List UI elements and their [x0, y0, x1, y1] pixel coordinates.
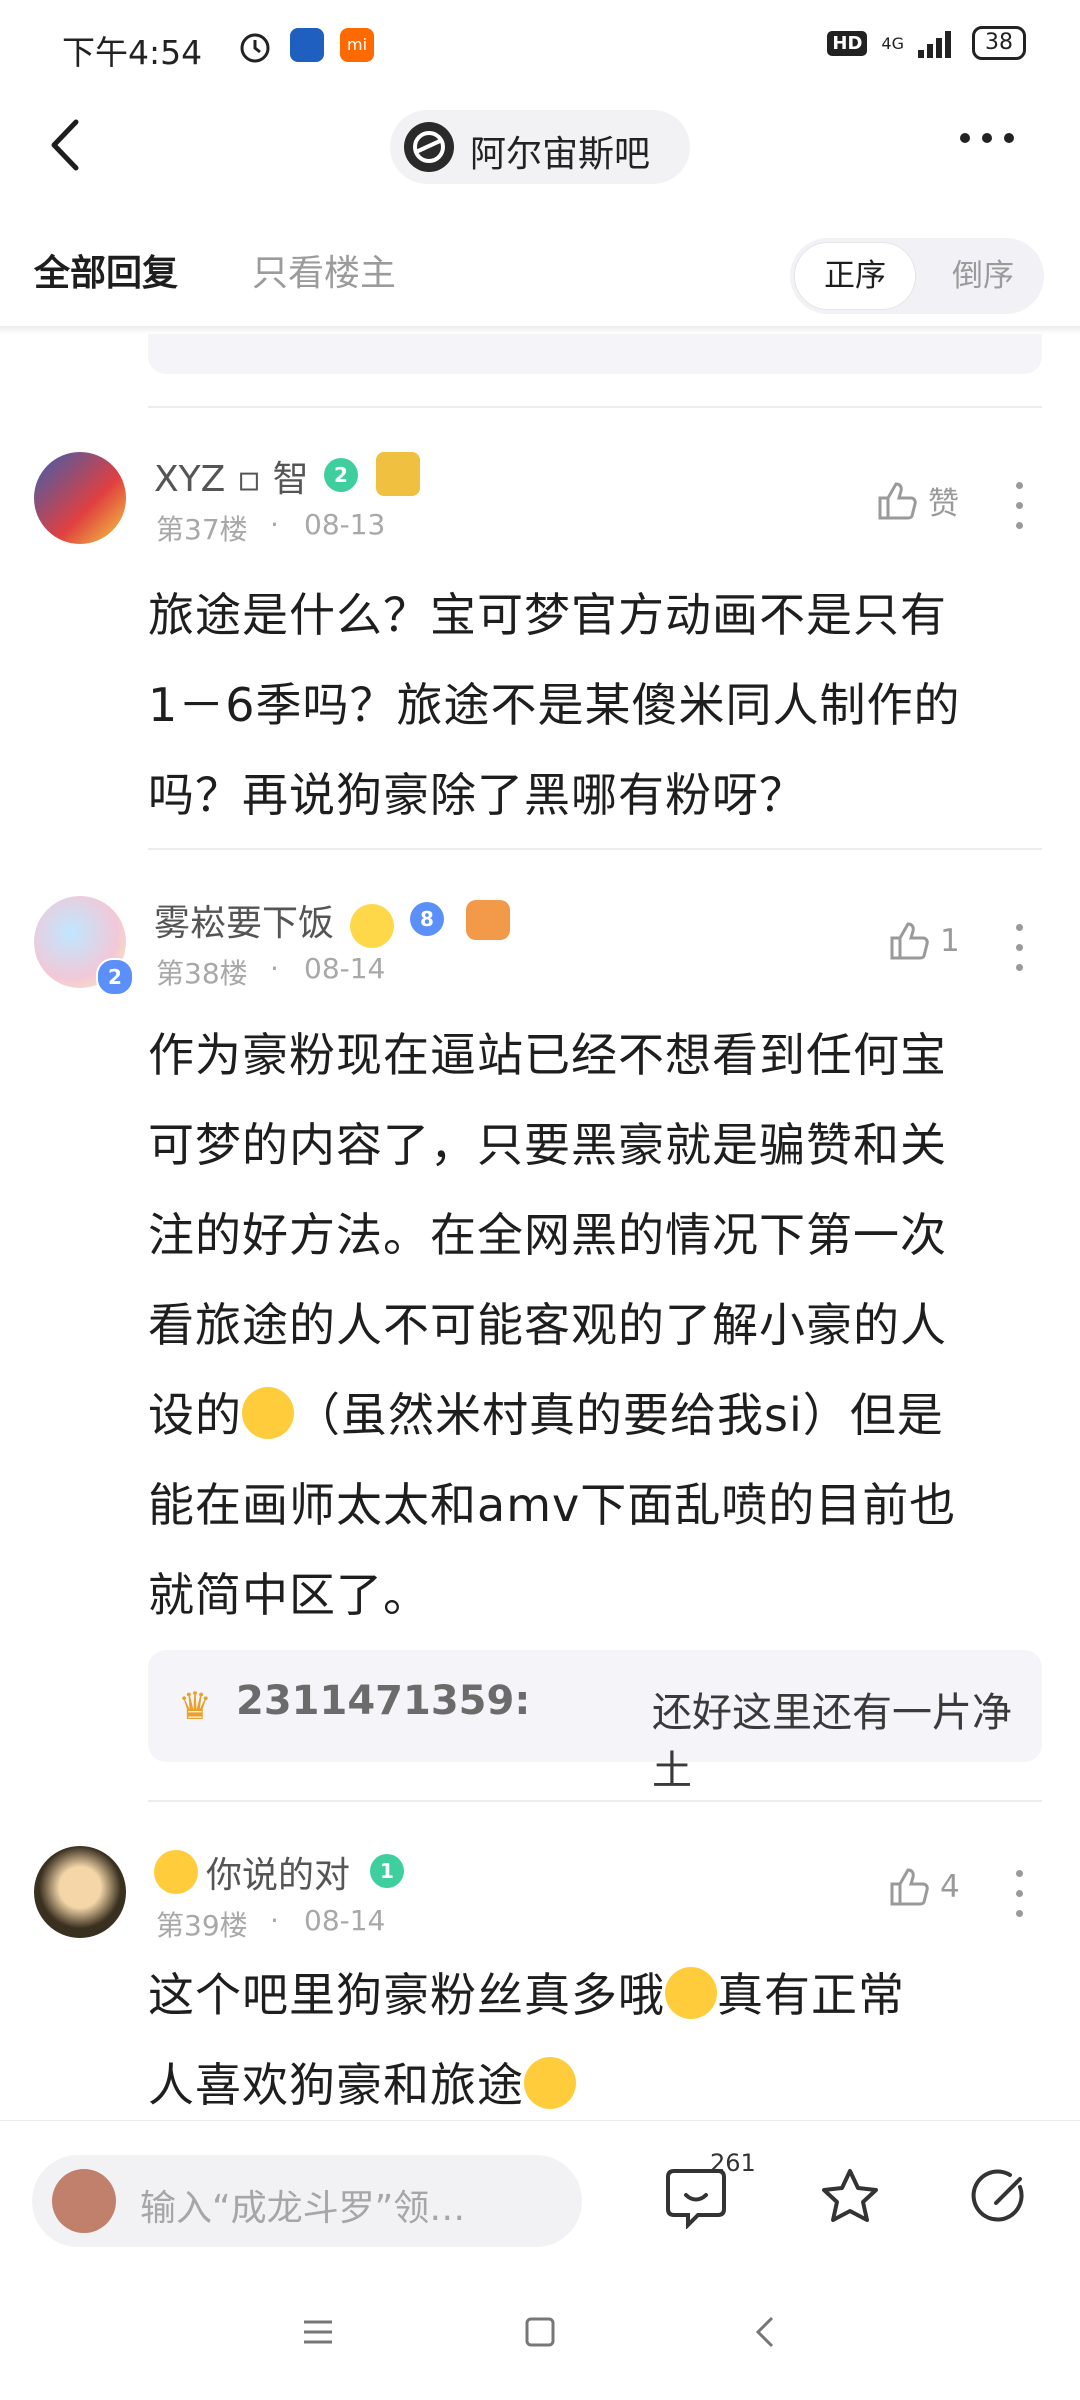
forum-title-pill[interactable]: 阿尔宙斯吧 — [390, 110, 690, 184]
post-date: 08-14 — [304, 952, 386, 985]
post-menu-icon[interactable] — [1016, 482, 1026, 542]
status-bar: 下午4:54 mi HD 4G 38 — [0, 0, 1080, 90]
floor-dot: · — [270, 952, 279, 985]
post-text: 旅途是什么？宝可梦官方动画不是只有 1－6季吗？旅途不是某傻米同人制作的 吗？再… — [148, 570, 1042, 840]
post-line: 注的好方法。在全网黑的情况下第一次 — [148, 1208, 947, 1262]
thumbs-up-icon — [890, 922, 929, 960]
post-fragment: 真有正常 — [717, 1968, 905, 2022]
menu-nav-icon[interactable] — [300, 2314, 336, 2350]
post-text: 作为豪粉现在逼站已经不想看到任何宝 可梦的内容了，只要黑豪就是骗赞和关 注的好方… — [148, 1010, 1042, 1640]
back-arrow-icon[interactable] — [42, 110, 86, 180]
floor-dot: · — [270, 508, 279, 541]
reply-input-placeholder: 输入“成龙斗罗”领… — [140, 2188, 466, 2229]
badge-icon — [376, 452, 420, 496]
level-badge: 1 — [370, 1854, 404, 1888]
signal-label: 4G — [881, 33, 904, 53]
post-divider — [148, 848, 1042, 850]
forum-avatar — [404, 122, 454, 172]
post-menu-icon[interactable] — [1016, 924, 1026, 984]
like-count: 4 — [940, 1869, 960, 1905]
game-badge-icon — [466, 900, 510, 940]
hd-badge: HD — [827, 30, 868, 56]
post-line: 人喜欢狗豪和旅途 — [148, 2040, 1042, 2130]
post-line: 可梦的内容了，只要黑豪就是骗赞和关 — [148, 1118, 947, 1172]
forum-logo-icon — [413, 131, 445, 163]
share-icon[interactable] — [970, 2165, 1034, 2229]
grin-emoji-icon — [154, 1850, 198, 1894]
post-fragment: 人喜欢狗豪和旅途 — [148, 2058, 524, 2112]
floor-number: 第38楼 — [156, 957, 248, 990]
level-badge: 2 — [324, 458, 358, 492]
mi-icon: mi — [340, 28, 374, 62]
floor-dot: · — [270, 1904, 279, 1937]
post-menu-icon[interactable] — [1016, 1870, 1026, 1930]
like-button[interactable]: 赞 — [876, 478, 959, 523]
post-line: 能在画师太太和amv下面乱喷的目前也 — [148, 1478, 957, 1532]
post-fragment: （虽然米村真的要给我si）但是 — [294, 1388, 944, 1442]
post-date: 08-13 — [304, 508, 386, 541]
reply-text: 还好这里还有一片净土 — [652, 1690, 1012, 1794]
post-divider — [148, 406, 1042, 408]
reply-input[interactable]: 输入“成龙斗罗”领… — [32, 2155, 582, 2247]
avatar[interactable] — [34, 452, 126, 544]
comment-count: 261 — [710, 2149, 756, 2177]
crown-icon: ♛ — [178, 1684, 213, 1728]
sort-descending-button[interactable]: 倒序 — [928, 242, 1038, 310]
home-nav-icon[interactable] — [522, 2314, 558, 2350]
like-count: 1 — [940, 923, 960, 959]
post-line: 看旅途的人不可能客观的了解小豪的人 — [148, 1298, 947, 1352]
post-fragment: 设的 — [148, 1388, 242, 1442]
shy-emoji-icon — [524, 2057, 576, 2109]
avatar-level-badge: 2 — [96, 958, 134, 996]
post-line: 作为豪粉现在逼站已经不想看到任何宝 — [148, 1028, 947, 1082]
alarm-icon — [240, 33, 270, 63]
post-line: 这个吧里狗豪粉丝真多哦 真有正常 — [148, 1950, 1042, 2040]
post-line: 设的 （虽然米村真的要给我si）但是 — [148, 1370, 1042, 1460]
forum-name: 阿尔宙斯吧 — [470, 134, 651, 175]
thumbs-up-icon — [890, 1868, 929, 1906]
post-line: 1－6季吗？旅途不是某傻米同人制作的 — [148, 678, 961, 732]
like-button[interactable]: 1 — [888, 920, 960, 962]
back-nav-icon[interactable] — [748, 2314, 784, 2350]
signal-icon — [918, 31, 951, 58]
bottom-action-bar: 输入“成龙斗罗”领… 261 — [0, 2120, 1080, 2271]
mask-emoji-icon — [350, 904, 394, 948]
sweat-emoji-icon — [242, 1387, 294, 1439]
tab-divider — [0, 326, 1080, 334]
floor-number: 第37楼 — [156, 513, 248, 546]
post-divider — [148, 1800, 1042, 1802]
star-favorite-icon[interactable] — [818, 2165, 882, 2229]
thumbs-up-icon — [878, 481, 917, 519]
post-username[interactable]: XYZ ▫ 智 — [154, 450, 309, 502]
sort-order-toggle: 正序 倒序 — [790, 238, 1044, 314]
post-line: 旅途是什么？宝可梦官方动画不是只有 — [148, 588, 947, 642]
battery-icon: 38 — [972, 26, 1026, 60]
shy-emoji-icon — [665, 1967, 717, 2019]
like-count: 赞 — [928, 486, 959, 522]
like-button[interactable]: 4 — [888, 1866, 960, 1908]
status-right: HD 4G 38 — [827, 26, 1026, 60]
my-avatar — [52, 2169, 116, 2233]
post-text: 这个吧里狗豪粉丝真多哦 真有正常 人喜欢狗豪和旅途 — [148, 1950, 1042, 2130]
previous-reply-box — [148, 334, 1042, 374]
more-options-icon[interactable] — [960, 128, 1026, 158]
floor-number: 第39楼 — [156, 1909, 248, 1942]
post-username[interactable]: 雾崧要下饭 — [154, 894, 334, 946]
system-nav-bar — [0, 2270, 1080, 2400]
tab-all-replies[interactable]: 全部回复 — [34, 244, 178, 296]
post-fragment: 这个吧里狗豪粉丝真多哦 — [148, 1968, 665, 2022]
post-line: 就简中区了。 — [148, 1568, 430, 1622]
sub-reply-box[interactable]: ♛ 2311471359: 还好这里还有一片净土 — [148, 1650, 1042, 1794]
post-line: 吗？再说狗豪除了黑哪有粉呀？ — [148, 768, 806, 822]
status-time: 下午4:54 — [62, 33, 203, 72]
level-badge: 8 — [410, 902, 444, 936]
post-username[interactable]: 你说的对 — [206, 1846, 350, 1898]
tab-owner-only[interactable]: 只看楼主 — [252, 244, 396, 296]
app-notification-icon — [290, 28, 324, 62]
post-date: 08-14 — [304, 1904, 386, 1937]
avatar[interactable] — [34, 1846, 126, 1938]
sort-ascending-button[interactable]: 正序 — [794, 242, 916, 310]
reply-username[interactable]: 2311471359: — [236, 1678, 530, 1724]
